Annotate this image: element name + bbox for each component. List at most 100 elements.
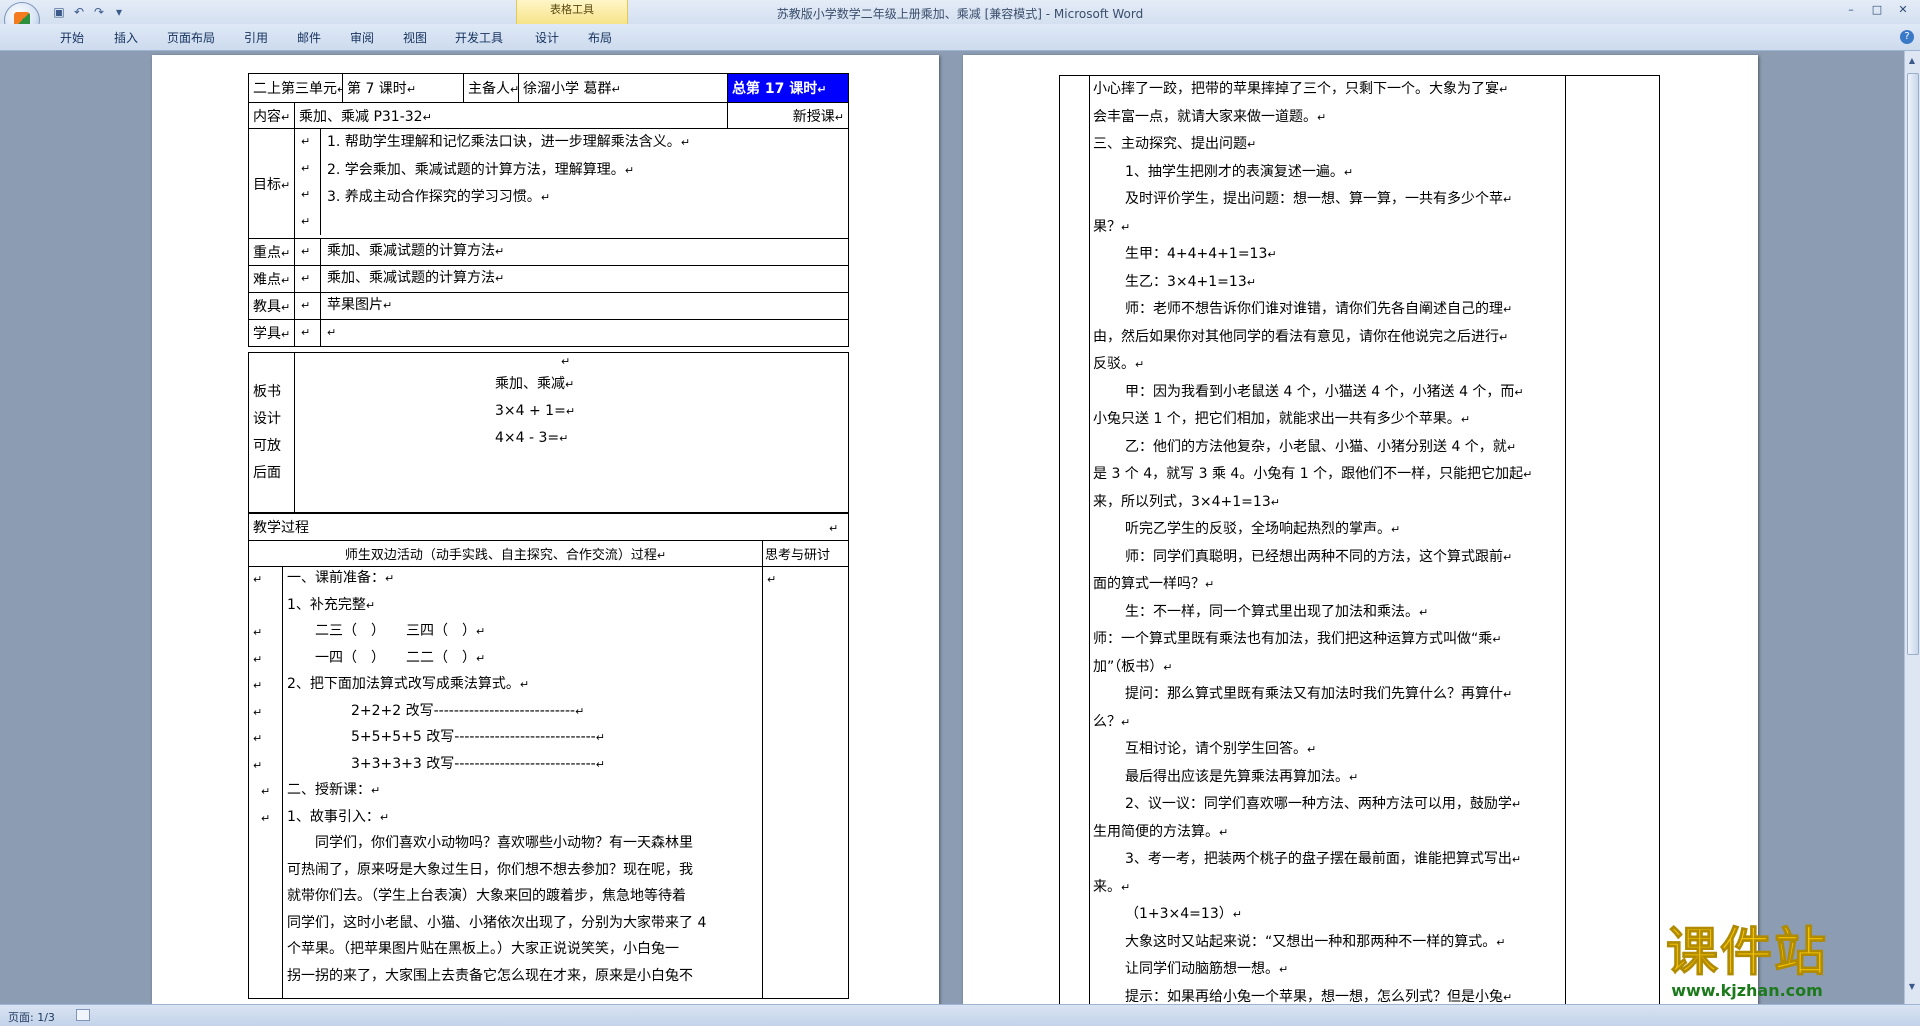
story-line: 由，然后如果你对其他同学的看法有意见，请你在他说完之后进行↵ xyxy=(1093,328,1509,345)
page-2: 小心摔了一跤，把带的苹果摔掉了三个，只剩下一个。大象为了宴↵ 会丰富一点，就请大家… xyxy=(963,55,1758,1004)
vertical-scrollbar[interactable]: ▲ ▼ xyxy=(1904,51,1920,1004)
story-line: 就带你们去。（学生上台表演）大象来回的踱着步，焦急地等待着 xyxy=(287,888,686,904)
key-label-cell[interactable]: 重点↵ xyxy=(248,238,295,266)
board-design-table: 板书 设计 可放 后面 ↵ 乘加、乘减↵ 3×4 + 1=↵ 4×4 - 3=↵ xyxy=(248,352,849,513)
story-line: 来。↵ xyxy=(1093,878,1131,895)
scroll-up-icon[interactable]: ▲ xyxy=(1907,55,1917,67)
story-line: 小心摔了一跤，把带的苹果摔掉了三个，只剩下一个。大象为了宴↵ xyxy=(1093,81,1509,97)
story-line: 让同学们动脑筋想一想。↵ xyxy=(1125,961,1289,977)
lesson-number-cell[interactable]: 第 7 课时↵ xyxy=(342,73,464,103)
watermark-title: 课件站 xyxy=(1665,923,1829,983)
student-tools-label-cell[interactable]: 学具↵ xyxy=(248,319,295,347)
process-continued-table: 小心摔了一跤，把带的苹果摔掉了三个，只剩下一个。大象为了宴↵ 会丰富一点，就请大家… xyxy=(1059,75,1660,1004)
tab-insert[interactable]: 插入 xyxy=(114,30,138,46)
window-controls: – □ ✕ xyxy=(1842,2,1912,18)
document-title: 苏教版小学数学二年级上册乘加、乘减 [兼容模式] xyxy=(776,7,1042,21)
story-line: 师：老师不想告诉你们谁对谁错，请你们先各自阐述自己的理↵ xyxy=(1125,301,1513,317)
story-line: 生甲：4+4+4+1=13↵ xyxy=(1125,246,1277,262)
goals-list: 1. 帮助学生理解和记忆乘法口诀，进一步理解乘法含义。↵ 2. 学会乘加、乘减试… xyxy=(321,130,691,236)
student-tools-cell[interactable]: ↵ ↵ xyxy=(294,319,849,347)
total-lesson-cell[interactable]: 总第 17 课时↵ xyxy=(727,73,849,103)
page-1: 二上第三单元↵ 第 7 课时↵ 主备人↵ 徐溜小学 葛群↵ 总第 17 课时↵ … xyxy=(152,55,939,1004)
ribbon-tabs: 开始 插入 页面布局 引用 邮件 审阅 视图 开发工具 设计 布局 ? xyxy=(0,24,1920,51)
goals-cell[interactable]: ↵ ↵ ↵ ↵ 1. 帮助学生理解和记忆乘法口诀，进一步理解乘法含义。↵ 2. 学会乘… xyxy=(294,128,849,239)
story-line: 来，所以列式，3×4+1=13↵ xyxy=(1093,493,1280,510)
lesson-type-cell[interactable]: 新授课↵ xyxy=(727,102,849,129)
board-formula: 3×4 + 1=↵ xyxy=(495,403,576,419)
preparer-cell[interactable]: 徐溜小学 葛群↵ xyxy=(518,73,728,103)
page-count[interactable]: 页面: 1/3 xyxy=(8,1009,55,1025)
story-line: 可热闹了，原来呀是大象过生日，你们想不想去参加？现在呢，我 xyxy=(287,861,693,878)
board-content-cell[interactable]: ↵ 乘加、乘减↵ 3×4 + 1=↵ 4×4 - 3=↵ xyxy=(294,352,849,513)
lesson-plan-header-table: 二上第三单元↵ 第 7 课时↵ 主备人↵ 徐溜小学 葛群↵ 总第 17 课时↵ … xyxy=(248,73,849,347)
story-line: 互相讨论，请个别学生回答。↵ xyxy=(1125,741,1317,757)
story-line: 同学们，你们喜欢小动物吗？喜欢哪些小动物？有一天森林里 xyxy=(315,835,693,851)
activity-header-cell[interactable]: 师生双边活动（动手实践、自主探究、合作交流）过程↵ xyxy=(248,540,763,567)
content-label-cell[interactable]: 内容↵ xyxy=(248,102,295,129)
maximize-icon[interactable]: □ xyxy=(1868,2,1886,18)
story-line: 1、抽学生把刚才的表演复述一遍。↵ xyxy=(1125,163,1354,180)
minimize-icon[interactable]: – xyxy=(1842,2,1860,18)
scroll-down-icon[interactable]: ▼ xyxy=(1907,981,1917,993)
tab-home[interactable]: 开始 xyxy=(60,30,84,46)
content-cell[interactable]: 乘加、乘减 P31-32↵ xyxy=(294,102,728,129)
story-line: 师：一个算式里既有乘法也有加法，我们把这种运算方式叫做“乘↵ xyxy=(1093,631,1502,647)
story-line: 面的算式一样吗？↵ xyxy=(1093,576,1215,592)
process-line: 5+5+5+5 改写----------------------------↵ xyxy=(351,729,605,745)
story-line: （1+3×4=13）↵ xyxy=(1125,906,1242,922)
tools-label-cell[interactable]: 教具↵ xyxy=(248,292,295,320)
p2-content-cell[interactable]: 小心摔了一跤，把带的苹果摔掉了三个，只剩下一个。大象为了宴↵ 会丰富一点，就请大家… xyxy=(1089,75,1566,1004)
goal-item: 1. 帮助学生理解和记忆乘法口诀，进一步理解乘法含义。↵ xyxy=(327,134,691,150)
tab-view[interactable]: 视图 xyxy=(403,30,427,46)
process-marks-cell[interactable]: ↵ ↵ ↵ ↵ ↵ ↵ ↵ ↵ ↵ xyxy=(248,566,283,999)
tab-design[interactable]: 设计 xyxy=(535,30,559,46)
tools-cell[interactable]: ↵ 苹果图片↵ xyxy=(294,292,849,320)
watermark-url: www.kjzhan.com xyxy=(1671,981,1823,1000)
teaching-process-table: 教学过程 ↵ 师生双边活动（动手实践、自主探究、合作交流）过程↵ 思考与研讨 ↵ … xyxy=(247,513,850,999)
story-line: 么？↵ xyxy=(1093,713,1131,730)
p2-think-cell[interactable] xyxy=(1565,75,1660,1004)
story-line: 生：不一样，同一个算式里出现了加法和乘法。↵ xyxy=(1125,603,1429,620)
story-line: 三、主动探究、提出问题↵ xyxy=(1093,136,1257,152)
tab-page-layout[interactable]: 页面布局 xyxy=(167,30,215,46)
process-line: 一、课前准备：↵ xyxy=(287,570,395,586)
document-area: 二上第三单元↵ 第 7 课时↵ 主备人↵ 徐溜小学 葛群↵ 总第 17 课时↵ … xyxy=(0,51,1904,1004)
story-line: 最后得出应该是先算乘法再算加法。↵ xyxy=(1125,768,1359,785)
process-line: 2+2+2 改写----------------------------↵ xyxy=(351,702,585,719)
story-line: 乙：他们的方法他复杂，小老鼠、小猫、小猪分别送 4 个，就↵ xyxy=(1125,438,1517,455)
process-content-cell[interactable]: 一、课前准备：↵ 1、补充完整↵ 二三（ ） 三四（ ）↵ 一四（ ） 二二（ ）↵ 2… xyxy=(282,566,763,999)
process-line: 二、授新课：↵ xyxy=(287,782,381,798)
unit-cell[interactable]: 二上第三单元↵ xyxy=(248,73,343,103)
board-title: 乘加、乘减↵ xyxy=(495,376,575,392)
story-line: 会丰富一点，就请大家来做一道题。↵ xyxy=(1093,108,1327,125)
preparer-label-cell[interactable]: 主备人↵ xyxy=(463,73,519,103)
goals-label-cell[interactable]: 目标↵ xyxy=(248,128,295,239)
process-line: 二三（ ） 三四（ ）↵ xyxy=(315,623,486,639)
tab-references[interactable]: 引用 xyxy=(244,30,268,46)
think-cell[interactable]: ↵ xyxy=(761,566,850,999)
tab-review[interactable]: 审阅 xyxy=(350,30,374,46)
tab-layout[interactable]: 布局 xyxy=(588,30,612,46)
help-icon[interactable]: ? xyxy=(1900,30,1914,44)
p2-left-cell[interactable] xyxy=(1059,75,1090,1004)
board-label-cell[interactable]: 板书 设计 可放 后面 xyxy=(248,352,295,513)
title-bar: 表格工具 ▣ ↶ ↷ ▾ 苏教版小学数学二年级上册乘加、乘减 [兼容模式] - … xyxy=(0,0,1920,24)
tab-mailings[interactable]: 邮件 xyxy=(297,30,321,46)
proofing-icon[interactable] xyxy=(76,1009,90,1021)
key-cell[interactable]: ↵ 乘加、乘减试题的计算方法↵ xyxy=(294,238,849,266)
story-line: 大象这时又站起来说：“又想出一种和那两种不一样的算式。↵ xyxy=(1125,933,1506,950)
think-header-cell[interactable]: 思考与研讨 xyxy=(761,540,850,567)
story-line: 及时评价学生，提出问题：想一想、算一算，一共有多少个苹↵ xyxy=(1125,191,1513,207)
story-line: 同学们，这时小老鼠、小猫、小猪依次出现了，分别为大家带来了 4 xyxy=(287,914,707,931)
scroll-thumb[interactable] xyxy=(1907,73,1919,655)
story-line: 反驳。↵ xyxy=(1093,356,1145,372)
story-line: 小兔只送 1 个，把它们相加，就能求出一共有多少个苹果。↵ xyxy=(1093,411,1471,427)
difficulty-label-cell[interactable]: 难点↵ xyxy=(248,265,295,293)
tab-developer[interactable]: 开发工具 xyxy=(455,30,503,46)
story-line: 个苹果。（把苹果图片贴在黑板上。）大家正说说笑笑，小白兔一 xyxy=(287,941,679,957)
teaching-process-label[interactable]: 教学过程 ↵ xyxy=(247,513,850,541)
close-icon[interactable]: ✕ xyxy=(1894,2,1912,18)
process-line: 1、补充完整↵ xyxy=(287,596,376,613)
difficulty-cell[interactable]: ↵ 乘加、乘减试题的计算方法↵ xyxy=(294,265,849,293)
story-line: 拐一拐的来了，大家围上去责备它怎么现在才来，原来是小白兔不 xyxy=(287,967,693,984)
